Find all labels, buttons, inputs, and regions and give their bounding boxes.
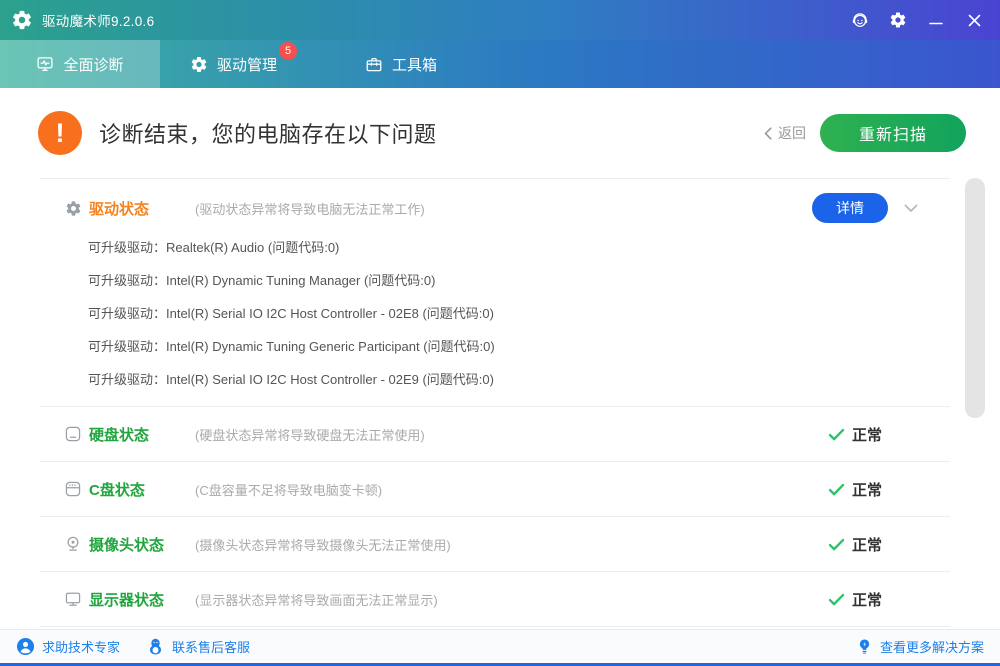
section-description: (驱动状态异常将导致电脑无法正常工作) — [195, 199, 425, 218]
settings-icon[interactable] — [888, 10, 908, 30]
titlebar: 驱动魔术师9.2.0.6 — [0, 0, 1000, 40]
toolbox-icon — [365, 55, 383, 73]
camera-icon — [64, 535, 82, 553]
c-drive-status-row: C盘状态 (C盘容量不足将导致电脑变卡顿) 正常 — [40, 462, 950, 517]
driver-status-header: 驱动状态 (驱动状态异常将导致电脑无法正常工作) 详情 — [40, 179, 950, 229]
more-solutions-link[interactable]: 查看更多解决方案 — [856, 637, 984, 656]
qq-icon — [146, 637, 165, 656]
driver-list-item: 可升级驱动：Intel(R) Serial IO I2C Host Contro… — [88, 297, 950, 330]
upgradable-driver-list: 可升级驱动：Realtek(R) Audio (问题代码:0) 可升级驱动：In… — [40, 229, 950, 406]
check-icon — [828, 483, 845, 496]
tab-driver-management[interactable]: 驱动管理 5 — [160, 40, 307, 88]
tabbar: 全面诊断 驱动管理 5 工具箱 — [0, 40, 1000, 88]
back-button[interactable]: 返回 — [764, 123, 806, 143]
contact-support-link[interactable]: 联系售后客服 — [146, 637, 250, 656]
chevron-left-icon — [764, 127, 772, 140]
section-description: (显示器状态异常将导致画面无法正常显示) — [195, 590, 438, 609]
app-window: 驱动魔术师9.2.0.6 — [0, 0, 1000, 666]
driver-list-item: 可升级驱动：Realtek(R) Audio (问题代码:0) — [88, 231, 950, 264]
minimize-icon[interactable] — [926, 10, 946, 30]
tab-label: 全面诊断 — [63, 54, 123, 75]
driver-status-section: 驱动状态 (驱动状态异常将导致电脑无法正常工作) 详情 可升级驱动：Realte… — [40, 179, 950, 407]
driver-count-badge: 5 — [279, 42, 297, 60]
driver-list-item: 可升级驱动：Intel(R) Dynamic Tuning Generic Pa… — [88, 330, 950, 363]
status-text: 正常 — [852, 479, 882, 500]
status-indicator: 正常 — [828, 479, 882, 500]
status-text: 正常 — [852, 589, 882, 610]
check-icon — [828, 538, 845, 551]
section-title: 显示器状态 — [89, 589, 195, 610]
page-title: 诊断结束，您的电脑存在以下问题 — [99, 117, 437, 149]
footer: 求助技术专家 联系售后客服 查看更多解决方案 — [0, 629, 1000, 663]
support-icon[interactable] — [850, 10, 870, 30]
main-content: ! 诊断结束，您的电脑存在以下问题 返回 重新扫描 驱动状态 (驱动状态异常将导… — [0, 88, 1000, 629]
section-title: 硬盘状态 — [89, 424, 195, 445]
tab-label: 工具箱 — [392, 54, 437, 75]
expert-icon — [16, 637, 35, 656]
tab-label: 驱动管理 5 — [217, 54, 277, 75]
app-logo-gear-icon — [10, 8, 34, 32]
gear-icon — [64, 199, 82, 217]
bulb-icon — [856, 638, 873, 655]
status-text: 正常 — [852, 534, 882, 555]
diagnosis-result-header: ! 诊断结束，您的电脑存在以下问题 返回 重新扫描 — [0, 88, 1000, 178]
driver-list-item: 可升级驱动：Intel(R) Serial IO I2C Host Contro… — [88, 363, 950, 396]
ask-expert-link[interactable]: 求助技术专家 — [16, 637, 120, 656]
check-icon — [828, 428, 845, 441]
check-icon — [828, 593, 845, 606]
status-indicator: 正常 — [828, 589, 882, 610]
status-sections: 驱动状态 (驱动状态异常将导致电脑无法正常工作) 详情 可升级驱动：Realte… — [40, 178, 950, 627]
section-title: 驱动状态 — [89, 198, 195, 219]
detail-button[interactable]: 详情 — [812, 193, 888, 223]
alert-icon: ! — [38, 111, 82, 155]
section-description: (C盘容量不足将导致电脑变卡顿) — [195, 480, 382, 499]
driver-list-item: 可升级驱动：Intel(R) Dynamic Tuning Manager (问… — [88, 264, 950, 297]
camera-status-row: 摄像头状态 (摄像头状态异常将导致摄像头无法正常使用) 正常 — [40, 517, 950, 572]
status-text: 正常 — [852, 424, 882, 445]
diagnose-monitor-icon — [36, 55, 54, 73]
section-description: (硬盘状态异常将导致硬盘无法正常使用) — [195, 425, 425, 444]
section-description: (摄像头状态异常将导致摄像头无法正常使用) — [195, 535, 451, 554]
monitor-status-row: 显示器状态 (显示器状态异常将导致画面无法正常显示) 正常 — [40, 572, 950, 627]
status-indicator: 正常 — [828, 424, 882, 445]
gear-icon — [190, 55, 208, 73]
chevron-down-icon[interactable] — [904, 204, 918, 213]
app-title: 驱动魔术师9.2.0.6 — [42, 10, 154, 30]
rescan-button[interactable]: 重新扫描 — [820, 114, 966, 152]
close-icon[interactable] — [964, 10, 984, 30]
hard-disk-status-row: 硬盘状态 (硬盘状态异常将导致硬盘无法正常使用) 正常 — [40, 407, 950, 462]
section-title: C盘状态 — [89, 479, 195, 500]
tab-full-diagnosis[interactable]: 全面诊断 — [0, 40, 160, 88]
monitor-icon — [64, 590, 82, 608]
tab-toolbox[interactable]: 工具箱 — [335, 40, 467, 88]
hard-disk-icon — [64, 425, 82, 443]
c-drive-icon — [64, 480, 82, 498]
status-indicator: 正常 — [828, 534, 882, 555]
section-title: 摄像头状态 — [89, 534, 195, 555]
scrollbar-thumb[interactable] — [965, 178, 985, 418]
